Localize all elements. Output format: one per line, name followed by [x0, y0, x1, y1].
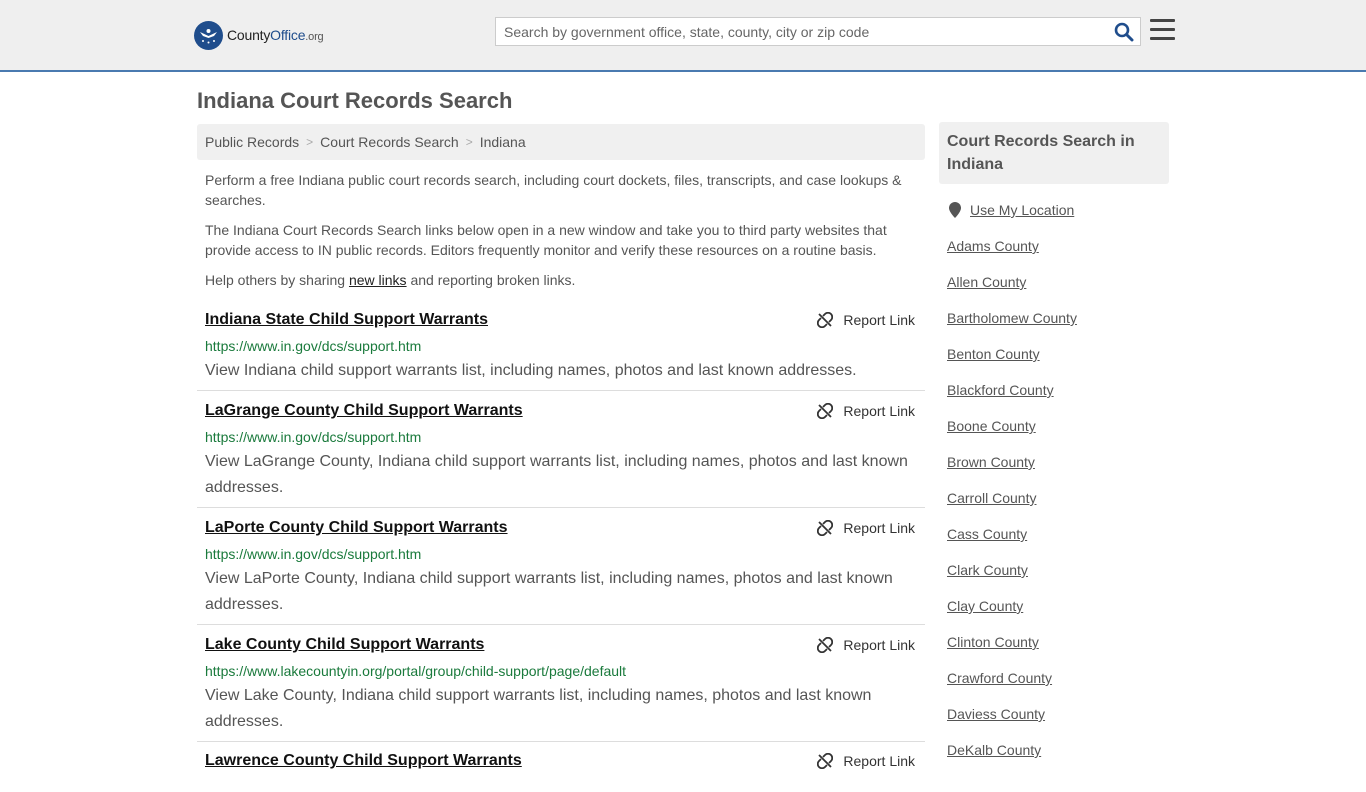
new-links-link[interactable]: new links [349, 272, 407, 288]
breadcrumb-separator: > [465, 135, 473, 149]
listing-title-link[interactable]: Lake County Child Support Warrants [205, 636, 484, 654]
search-icon[interactable] [1114, 22, 1134, 42]
map-pin-icon [949, 202, 961, 218]
broken-link-icon [817, 637, 834, 653]
intro-paragraph-1: Perform a free Indiana public court reco… [205, 172, 902, 208]
sidebar-county-link[interactable]: DeKalb County [947, 742, 1041, 758]
listing-title-link[interactable]: LaGrange County Child Support Warrants [205, 402, 523, 420]
listing-item: Lawrence County Child Support Warrants R… [197, 752, 925, 792]
sidebar-county-link[interactable]: Brown County [947, 454, 1035, 470]
top-header: CountyOffice.org [0, 0, 1366, 72]
eagle-logo-icon [194, 20, 223, 50]
report-link-button[interactable]: Report Link [817, 312, 915, 328]
page-title: Indiana Court Records Search [197, 88, 513, 113]
search-bar [495, 17, 1141, 46]
listing-title-link[interactable]: Lawrence County Child Support Warrants [205, 752, 522, 770]
sidebar-heading: Court Records Search in Indiana [939, 122, 1169, 184]
sidebar-county-link[interactable]: Crawford County [947, 670, 1052, 686]
broken-link-icon [817, 520, 834, 536]
sidebar-county-link[interactable]: Blackford County [947, 382, 1054, 398]
sidebar-county-link[interactable]: Bartholomew County [947, 310, 1077, 326]
search-input[interactable] [496, 18, 1106, 45]
hamburger-menu-icon[interactable] [1150, 19, 1175, 41]
listing-description: View LaGrange County, Indiana child supp… [205, 453, 908, 496]
site-logo[interactable]: CountyOffice.org [194, 20, 324, 50]
listing-title-link[interactable]: LaPorte County Child Support Warrants [205, 519, 508, 537]
breadcrumb-indiana[interactable]: Indiana [480, 134, 526, 150]
sidebar-county-link[interactable]: Allen County [947, 274, 1026, 290]
breadcrumb-separator: > [306, 135, 314, 149]
sidebar-county-link[interactable]: Benton County [947, 346, 1040, 362]
listing-description: View Lake County, Indiana child support … [205, 687, 872, 730]
logo-text: CountyOffice.org [227, 27, 324, 43]
listing-url: https://www.lakecountyin.org/portal/grou… [205, 663, 627, 679]
sidebar-county-link[interactable]: Clark County [947, 562, 1028, 578]
broken-link-icon [817, 403, 834, 419]
sidebar-county-link[interactable]: Clay County [947, 598, 1023, 614]
listing-description: View LaPorte County, Indiana child suppo… [205, 570, 893, 613]
sidebar-county-link[interactable]: Clinton County [947, 634, 1039, 650]
listing-url: https://www.in.gov/dcs/support.htm [205, 338, 422, 354]
listing-item: LaGrange County Child Support Warrants R… [197, 402, 925, 508]
use-my-location-link[interactable]: Use My Location [949, 202, 1074, 218]
breadcrumb-court-records-search[interactable]: Court Records Search [320, 134, 459, 150]
broken-link-icon [817, 312, 834, 328]
breadcrumb-public-records[interactable]: Public Records [205, 134, 299, 150]
intro-paragraph-2: The Indiana Court Records Search links b… [205, 222, 887, 258]
broken-link-icon [817, 753, 834, 769]
sidebar-county-link[interactable]: Daviess County [947, 706, 1045, 722]
report-link-button[interactable]: Report Link [817, 520, 915, 536]
listing-item: LaPorte County Child Support Warrants Re… [197, 519, 925, 625]
sidebar-county-link[interactable]: Carroll County [947, 490, 1036, 506]
breadcrumb: Public Records > Court Records Search > … [197, 124, 925, 160]
listing-title-link[interactable]: Indiana State Child Support Warrants [205, 311, 488, 329]
intro-paragraph-3: Help others by sharing new links and rep… [205, 272, 576, 288]
listing-url: https://www.in.gov/dcs/support.htm [205, 546, 422, 562]
listing-item: Lake County Child Support Warrants Repor… [197, 636, 925, 742]
sidebar-county-link[interactable]: Boone County [947, 418, 1036, 434]
sidebar-county-link[interactable]: Adams County [947, 238, 1039, 254]
listing-url: https://www.in.gov/dcs/support.htm [205, 429, 422, 445]
report-link-button[interactable]: Report Link [817, 637, 915, 653]
listing-item: Indiana State Child Support Warrants Rep… [197, 311, 925, 391]
listing-description: View Indiana child support warrants list… [205, 362, 857, 379]
sidebar-county-link[interactable]: Cass County [947, 526, 1027, 542]
report-link-button[interactable]: Report Link [817, 753, 915, 769]
report-link-button[interactable]: Report Link [817, 403, 915, 419]
